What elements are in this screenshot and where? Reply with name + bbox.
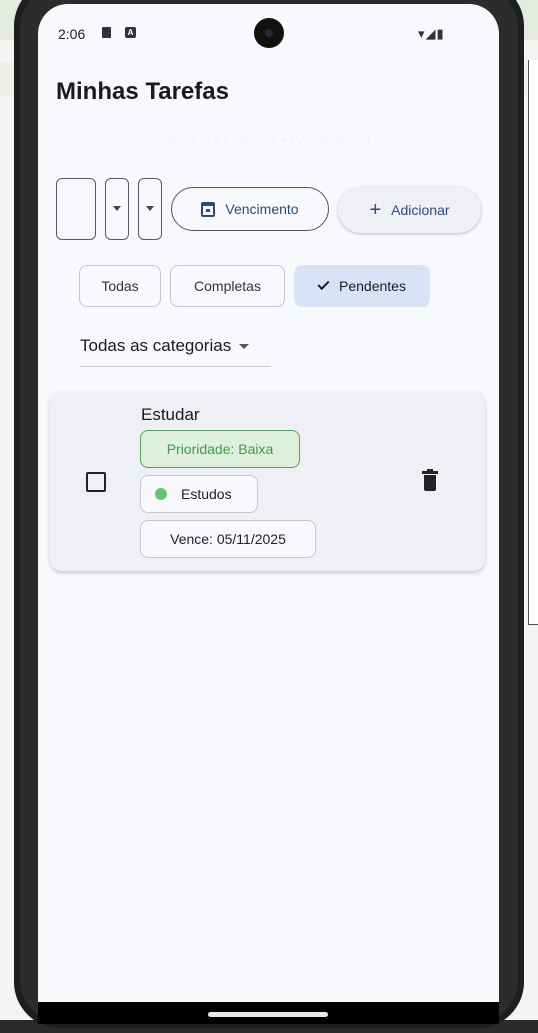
priority-tag-label: Prioridade: Baixa: [166, 441, 274, 457]
task-card: Estudar Prioridade: Baixa Estudos Vence:…: [50, 391, 485, 571]
category-tag: Estudos: [140, 475, 258, 513]
desktop-panel: [528, 60, 538, 625]
delete-task-button[interactable]: [422, 469, 438, 492]
category-dropdown[interactable]: [138, 178, 162, 240]
notification-icon: A: [125, 27, 136, 38]
trash-icon: [424, 475, 436, 491]
category-tag-label: Estudos: [181, 486, 232, 502]
priority-dropdown[interactable]: [105, 178, 129, 240]
page-title: Minhas Tarefas: [56, 78, 229, 105]
chevron-down-icon: [113, 206, 121, 211]
add-task-button[interactable]: + Adicionar: [338, 187, 481, 233]
check-icon: [317, 277, 330, 291]
sd-card-icon: [102, 27, 111, 38]
due-date-tag-label: Vence: 05/11/2025: [170, 531, 286, 547]
priority-tag: Prioridade: Baixa: [140, 430, 300, 468]
front-camera: [254, 18, 284, 48]
task-input[interactable]: [56, 178, 96, 240]
calendar-icon: [201, 201, 216, 217]
signal-battery-icon: ▾◢▮: [418, 26, 445, 41]
plus-icon: +: [369, 199, 382, 221]
trash-icon-lid: [422, 471, 438, 474]
chevron-down-icon: [239, 344, 250, 349]
category-filter-value: Todas as categorias: [80, 336, 232, 355]
due-date-button[interactable]: Vencimento: [171, 187, 329, 231]
filter-chip-todas[interactable]: Todas: [79, 265, 161, 307]
task-title: Estudar: [141, 405, 200, 424]
filter-chip-label: Pendentes: [339, 278, 406, 294]
filter-chip-label: Completas: [194, 278, 261, 294]
category-color-dot: [155, 488, 167, 500]
filter-chip-completas[interactable]: Completas: [170, 265, 285, 307]
home-gesture-bar[interactable]: [208, 1012, 328, 1017]
status-time: 2:06: [58, 26, 86, 42]
app-screen: 2:06 A ▾◢▮ Minhas Tarefas Total: 3 • Fei…: [38, 4, 499, 1002]
task-summary: Total: 3 • Feitas: 2 • Pendentes: 1: [165, 132, 372, 148]
filter-chip-pendentes[interactable]: Pendentes: [294, 265, 430, 307]
due-date-tag: Vence: 05/11/2025: [140, 520, 316, 558]
filter-chip-label: Todas: [101, 278, 139, 294]
due-date-button-label: Vencimento: [225, 201, 299, 217]
add-task-button-label: Adicionar: [391, 202, 450, 218]
task-checkbox[interactable]: [86, 472, 106, 492]
chevron-down-icon: [146, 206, 154, 211]
category-filter-select[interactable]: Todas as categorias: [80, 336, 271, 367]
